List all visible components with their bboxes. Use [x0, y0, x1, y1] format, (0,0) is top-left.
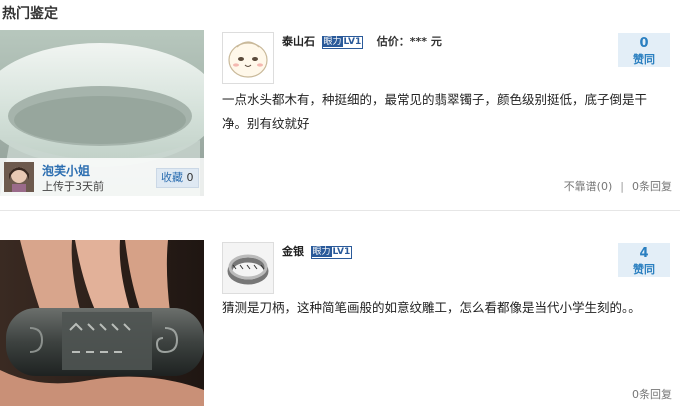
badge-label: 眼力 [322, 37, 343, 47]
badge-label: 眼力 [311, 247, 332, 257]
level-badge: 眼力 LV1 [321, 36, 364, 49]
replies-link[interactable]: 0条回复 [632, 388, 672, 401]
owner-bar: 泡芙小姐 上传于3天前 收藏 0 [0, 158, 204, 196]
jade-bangle-photo[interactable]: 泡芙小姐 上传于3天前 收藏 0 [0, 30, 204, 196]
vote-count: 4 [639, 246, 649, 261]
carved-handle-photo[interactable] [0, 240, 204, 406]
appraisal-comment: 猜测是刀柄，这种简笔画般的如意纹雕工，怎么看都像是当代小学生刻的。。 [222, 300, 641, 315]
replies-link[interactable]: 0条回复 [632, 180, 672, 193]
footer-separator: | [620, 180, 624, 193]
user-avatar[interactable] [222, 242, 274, 294]
vote-count: 0 [639, 36, 649, 51]
owner-name-link[interactable]: 泡芙小姐 [42, 162, 90, 179]
badge-level: LV1 [343, 37, 362, 47]
vote-label: 赞同 [633, 263, 655, 276]
user-name-link[interactable]: 泰山石 [282, 35, 315, 48]
agree-vote-button[interactable]: 4 赞同 [618, 243, 670, 277]
unreliable-link[interactable]: 不靠谱(0) [564, 180, 613, 193]
upload-time: 上传于3天前 [42, 180, 104, 193]
vote-label: 赞同 [633, 53, 655, 66]
item-divider [0, 210, 680, 211]
agree-vote-button[interactable]: 0 赞同 [618, 33, 670, 67]
level-badge: 眼力 LV1 [310, 246, 353, 259]
item-footer: 0条回复 [632, 386, 672, 402]
user-avatar[interactable] [222, 32, 274, 84]
user-name-link[interactable]: 金银 [282, 245, 304, 258]
estimate-price: 估价：*** 元 [376, 35, 442, 48]
item-footer: 不靠谱(0) | 0条回复 [564, 178, 672, 194]
owner-avatar[interactable] [4, 162, 34, 192]
favorite-label: 收藏 [161, 171, 183, 184]
appraisal-comment: 一点水头都木有，种挺细的，最常见的翡翠镯子，颜色级别挺低，底子倒是干净。别有纹就… [222, 92, 648, 131]
favorite-count: 0 [186, 171, 194, 184]
appraisal-item: 金银 眼力 LV1 4 赞同 猜测是刀柄，这种简笔画般的如意纹雕工，怎么看都像是当… [0, 240, 680, 408]
section-title: 热门鉴定 [2, 6, 58, 22]
appraisal-item: 泡芙小姐 上传于3天前 收藏 0 泰山石 眼力 LV1 估价：*** 元 0 赞同… [0, 30, 680, 200]
user-info-line: 泰山石 眼力 LV1 估价：*** 元 [282, 33, 442, 49]
badge-level: LV1 [332, 247, 351, 257]
favorite-button[interactable]: 收藏 0 [156, 168, 199, 188]
user-info-line: 金银 眼力 LV1 [282, 243, 353, 259]
